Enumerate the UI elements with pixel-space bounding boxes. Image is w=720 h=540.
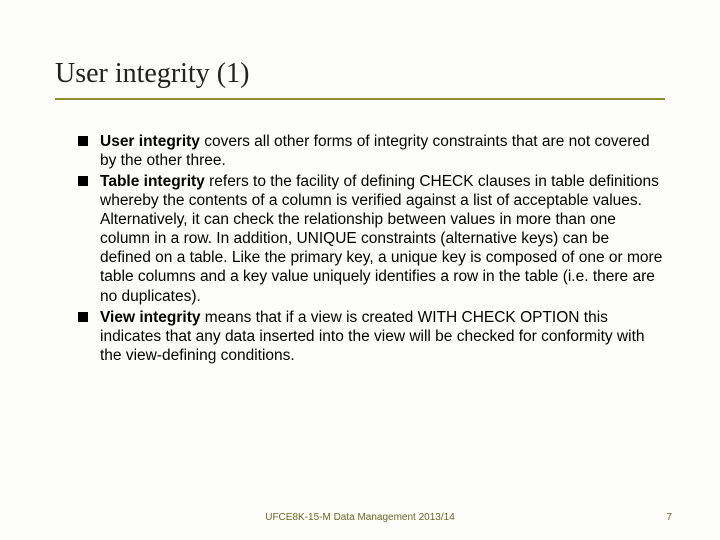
- bullet-list: User integrity covers all other forms of…: [78, 132, 663, 365]
- footer-page-number: 7: [666, 512, 672, 523]
- slide-title: User integrity (1): [55, 58, 249, 90]
- list-item: Table integrity refers to the facility o…: [78, 172, 663, 305]
- slide: User integrity (1) User integrity covers…: [0, 0, 720, 540]
- bullet-square-icon: [78, 312, 88, 322]
- title-underline: [55, 98, 665, 100]
- bullet-bold: Table integrity: [100, 173, 205, 190]
- bullet-square-icon: [78, 136, 88, 146]
- footer-center-text: UFCE8K-15-M Data Management 2013/14: [0, 512, 720, 523]
- bullet-bold: View integrity: [100, 309, 201, 326]
- bullet-bold: User integrity: [100, 133, 200, 150]
- bullet-square-icon: [78, 176, 88, 186]
- slide-body: User integrity covers all other forms of…: [78, 132, 663, 367]
- list-item: View integrity means that if a view is c…: [78, 308, 663, 365]
- list-item: User integrity covers all other forms of…: [78, 132, 663, 170]
- bullet-text: refers to the facility of defining CHECK…: [100, 173, 662, 304]
